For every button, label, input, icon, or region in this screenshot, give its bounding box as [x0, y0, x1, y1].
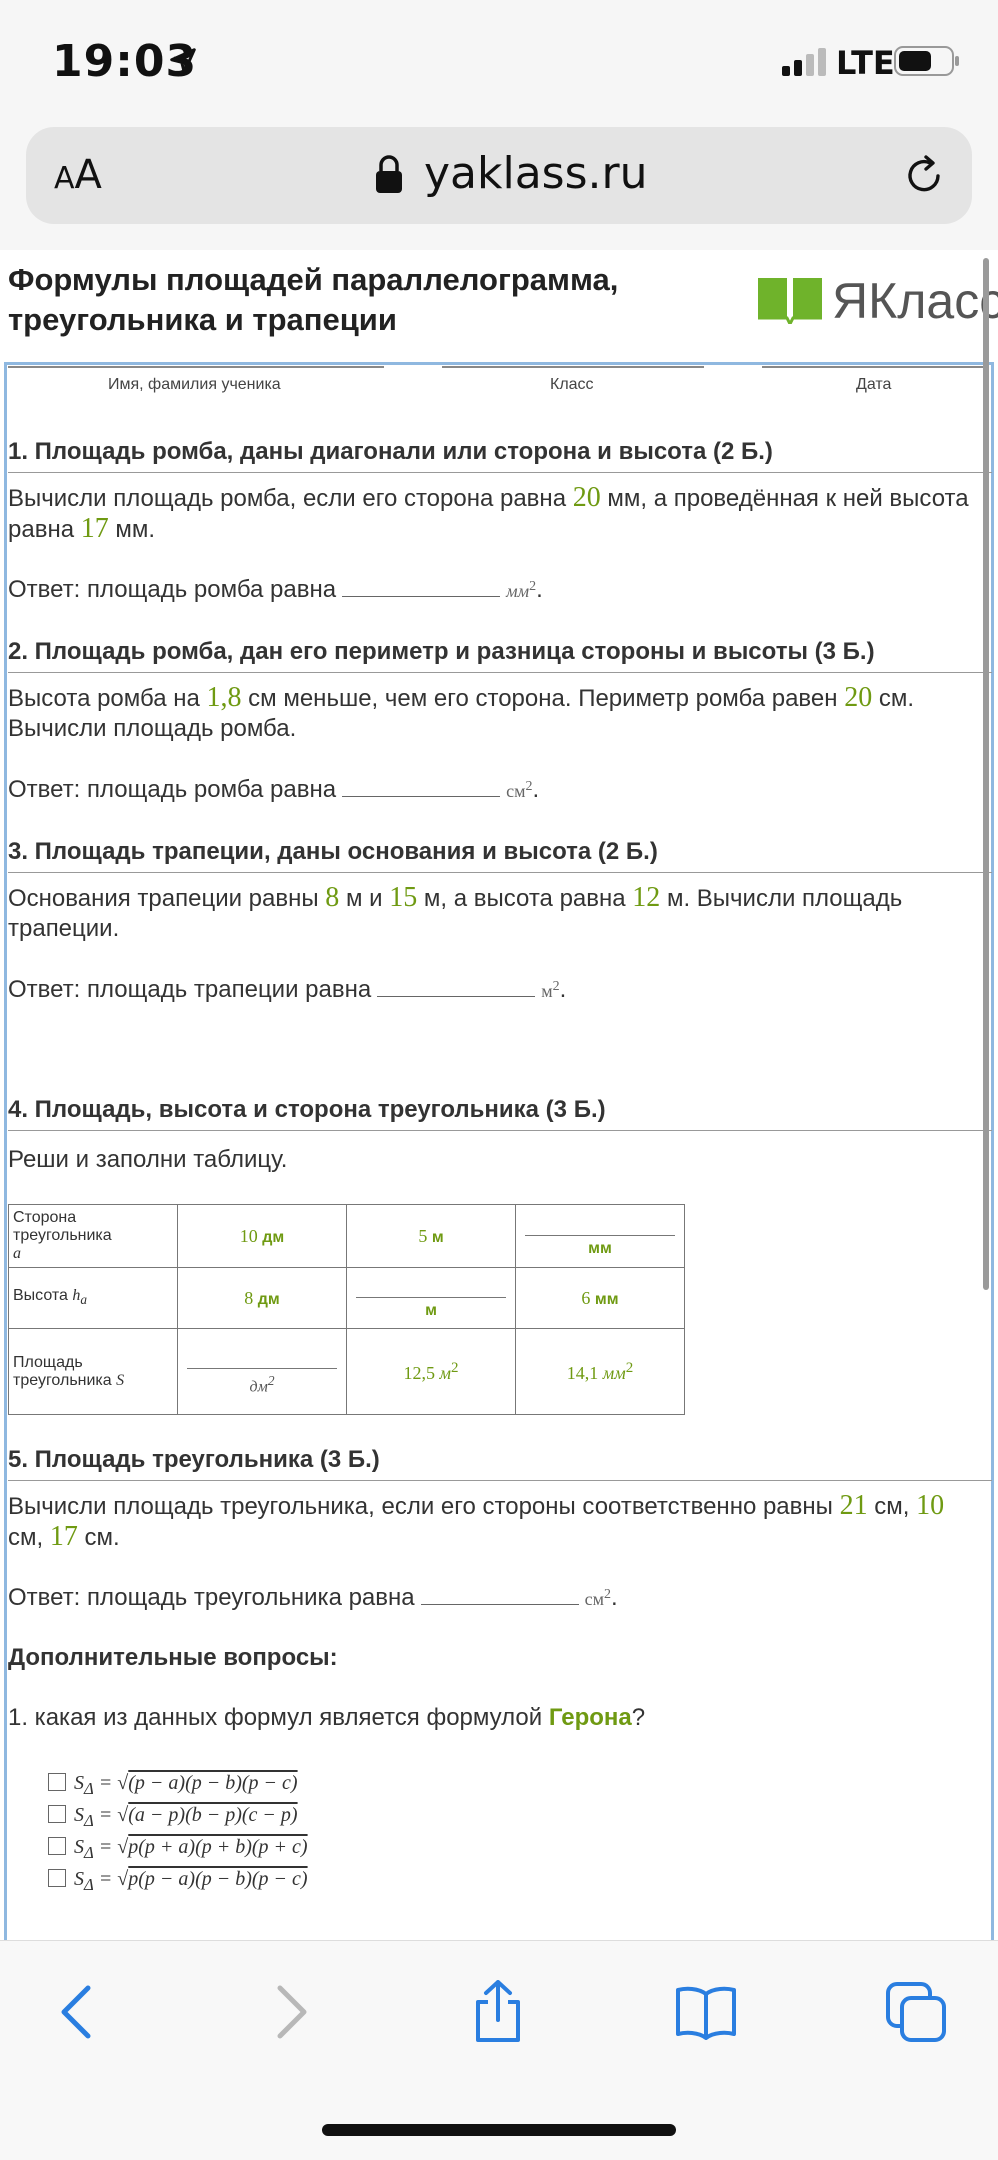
- task-5-answer: Ответ: площадь треугольника равна см2.: [8, 1584, 618, 1611]
- page-scrollbar[interactable]: [983, 258, 989, 1290]
- task-3-text: Основания трапеции равны 8 м и 15 м, а в…: [8, 882, 903, 943]
- formula-option-3[interactable]: SΔ = √p(p + a)(p + b)(p + c): [48, 1836, 308, 1863]
- row-label-height: Высота ha: [8, 1267, 178, 1329]
- extra-question-1: 1. какая из данных формул является форму…: [8, 1704, 646, 1731]
- cellular-signal-icon: [782, 48, 826, 76]
- name-field-label: Имя, фамилия ученика: [108, 376, 281, 393]
- task-2-text: Высота ромба на 1,8 см меньше, чем его с…: [8, 682, 915, 743]
- task-5-text: Вычисли площадь треугольника, если его с…: [8, 1490, 945, 1552]
- tabs-icon[interactable]: [884, 1980, 948, 2044]
- table-row: Площадь треугольника S дм2 12,5 м2 14,1 …: [8, 1328, 685, 1415]
- task-4-rule: [8, 1130, 992, 1131]
- book-logo-icon: [758, 278, 822, 324]
- triangle-table: Сторона треугольника a 10 дм 5 м мм Высот…: [8, 1204, 685, 1415]
- task-3-rule: [8, 872, 992, 873]
- date-field-line: [762, 366, 988, 368]
- cell-side-1: 10 дм: [177, 1204, 347, 1268]
- task-5-title: 5. Площадь треугольника (3 Б.): [8, 1446, 380, 1473]
- task-1-rule: [8, 472, 992, 473]
- checkbox[interactable]: [48, 1805, 66, 1823]
- checkbox[interactable]: [48, 1773, 66, 1791]
- page-title: Формулы площадей параллелограмма, треуго…: [8, 262, 619, 337]
- task-2-answer: Ответ: площадь ромба равна см2.: [8, 776, 540, 803]
- location-arrow-icon: [170, 48, 196, 74]
- task-1-answer: Ответ: площадь ромба равна мм2.: [8, 576, 543, 603]
- area-1-answer-blank[interactable]: [187, 1347, 337, 1369]
- cell-height-3: 6 мм: [515, 1267, 685, 1329]
- cell-area-1: дм2: [177, 1328, 347, 1415]
- task-2-answer-blank[interactable]: [342, 793, 501, 797]
- cell-height-2: м: [346, 1267, 516, 1329]
- back-icon[interactable]: [46, 1980, 110, 2044]
- cell-height-1: 8 дм: [177, 1267, 347, 1329]
- battery-icon: [894, 46, 959, 76]
- formula-option-4[interactable]: SΔ = √p(p − a)(p − b)(p − c): [48, 1868, 308, 1895]
- lock-icon: [376, 155, 402, 193]
- task-2-title: 2. Площадь ромба, дан его периметр и раз…: [8, 638, 875, 665]
- date-field-label: Дата: [856, 376, 892, 393]
- task-1-answer-blank[interactable]: [342, 593, 501, 597]
- cell-side-3: мм: [515, 1204, 685, 1268]
- task-3-answer-blank[interactable]: [377, 993, 536, 997]
- task-4-instruction: Реши и заполни таблицу.: [8, 1146, 288, 1173]
- extra-questions-title: Дополнительные вопросы:: [8, 1644, 338, 1671]
- row-label-area: Площадь треугольника S: [8, 1328, 178, 1415]
- table-row: Высота ha 8 дм м 6 мм: [8, 1267, 685, 1329]
- task-3-answer: Ответ: площадь трапеции равна м2.: [8, 976, 567, 1003]
- task-2-rule: [8, 672, 992, 673]
- reload-icon[interactable]: [900, 152, 948, 200]
- logo-text: ЯКласс: [832, 273, 998, 329]
- class-field-line: [442, 366, 704, 368]
- formula-option-1[interactable]: SΔ = √(p − a)(p − b)(p − c): [48, 1772, 298, 1799]
- page-domain[interactable]: yaklass.ru: [424, 148, 647, 199]
- share-icon[interactable]: [466, 1980, 530, 2044]
- class-field-label: Класс: [550, 376, 594, 393]
- task-3-title: 3. Площадь трапеции, даны основания и вы…: [8, 838, 658, 865]
- side-3-answer-blank[interactable]: [525, 1214, 675, 1236]
- height-2-answer-blank[interactable]: [356, 1276, 506, 1298]
- cell-area-2: 12,5 м2: [346, 1328, 516, 1415]
- task-5-rule: [8, 1480, 992, 1481]
- table-row: Сторона треугольника a 10 дм 5 м мм: [8, 1204, 685, 1268]
- cell-area-3: 14,1 мм2: [515, 1328, 685, 1415]
- task-4-title: 4. Площадь, высота и сторона треугольник…: [8, 1096, 606, 1123]
- formula-option-2[interactable]: SΔ = √(a − p)(b − p)(c − p): [48, 1804, 298, 1831]
- cell-side-2: 5 м: [346, 1204, 516, 1268]
- bookmarks-icon[interactable]: [674, 1980, 738, 2044]
- checkbox[interactable]: [48, 1837, 66, 1855]
- task-1-text: Вычисли площадь ромба, если его сторона …: [8, 482, 969, 544]
- network-type: LTE: [836, 44, 895, 82]
- name-field-line: [8, 366, 384, 368]
- task-5-answer-blank[interactable]: [420, 1601, 579, 1605]
- home-indicator[interactable]: [322, 2124, 676, 2136]
- checkbox[interactable]: [48, 1869, 66, 1887]
- task-1-title: 1. Площадь ромба, даны диагонали или сто…: [8, 438, 773, 465]
- row-label-side: Сторона треугольника a: [8, 1204, 178, 1268]
- web-page: Формулы площадей параллелограмма, треуго…: [0, 250, 998, 1940]
- forward-icon[interactable]: [258, 1980, 322, 2044]
- text-size-button[interactable]: AA: [54, 152, 102, 198]
